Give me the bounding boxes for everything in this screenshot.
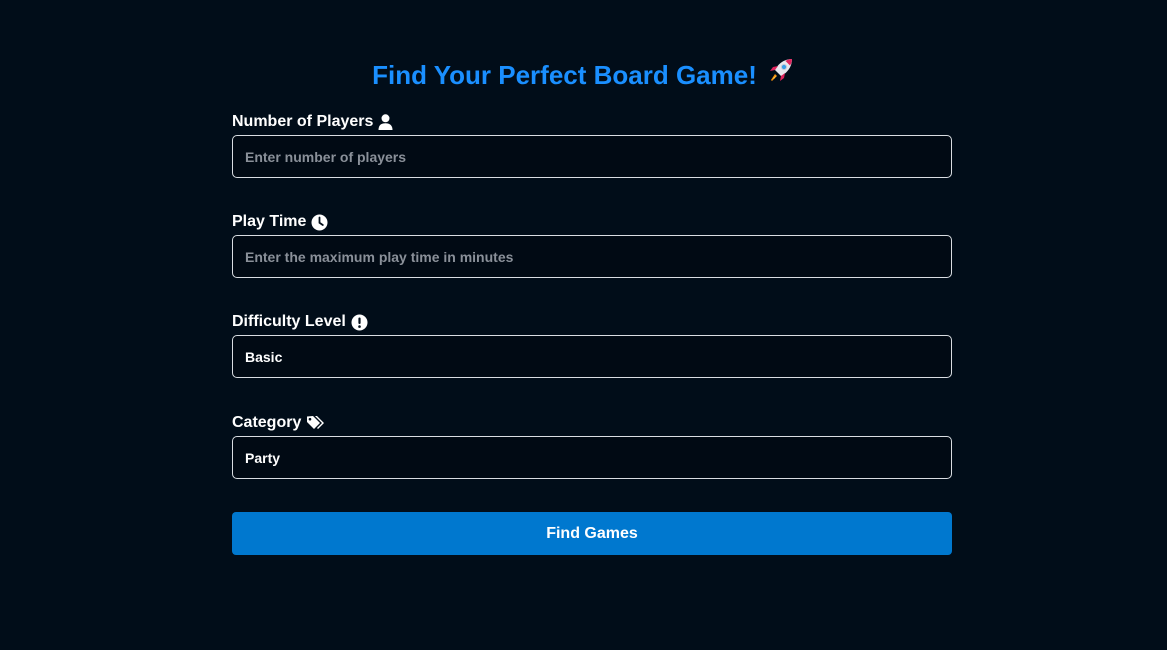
- tags-icon: [306, 415, 325, 431]
- players-input[interactable]: [232, 135, 952, 178]
- difficulty-label: Difficulty Level: [232, 313, 346, 330]
- difficulty-field: Difficulty Level Basic: [232, 312, 952, 378]
- exclamation-circle-icon: [351, 314, 368, 331]
- category-field: Category Party: [232, 413, 952, 479]
- find-games-button[interactable]: Find Games: [232, 512, 952, 555]
- play-time-label: Play Time: [232, 213, 307, 230]
- play-time-input[interactable]: [232, 235, 952, 278]
- page-title-text: Find Your Perfect Board Game!: [372, 60, 757, 90]
- category-label-row: Category: [232, 413, 952, 433]
- clock-icon: [311, 214, 328, 231]
- players-label: Number of Players: [232, 113, 374, 130]
- difficulty-label-row: Difficulty Level: [232, 312, 952, 332]
- category-selected-value: Party: [245, 449, 281, 466]
- play-time-field: Play Time: [232, 212, 952, 278]
- difficulty-selected-value: Basic: [245, 348, 283, 365]
- players-label-row: Number of Players: [232, 112, 952, 132]
- category-select[interactable]: Party: [232, 436, 952, 479]
- rocket-icon: [767, 56, 795, 92]
- play-time-label-row: Play Time: [232, 212, 952, 232]
- board-game-finder-page: Find Your Perfect Board Game! Number of …: [0, 0, 1167, 650]
- difficulty-select[interactable]: Basic: [232, 335, 952, 378]
- page-title: Find Your Perfect Board Game!: [0, 58, 1167, 95]
- category-label: Category: [232, 414, 302, 431]
- user-icon: [378, 114, 393, 130]
- players-field: Number of Players: [232, 112, 952, 178]
